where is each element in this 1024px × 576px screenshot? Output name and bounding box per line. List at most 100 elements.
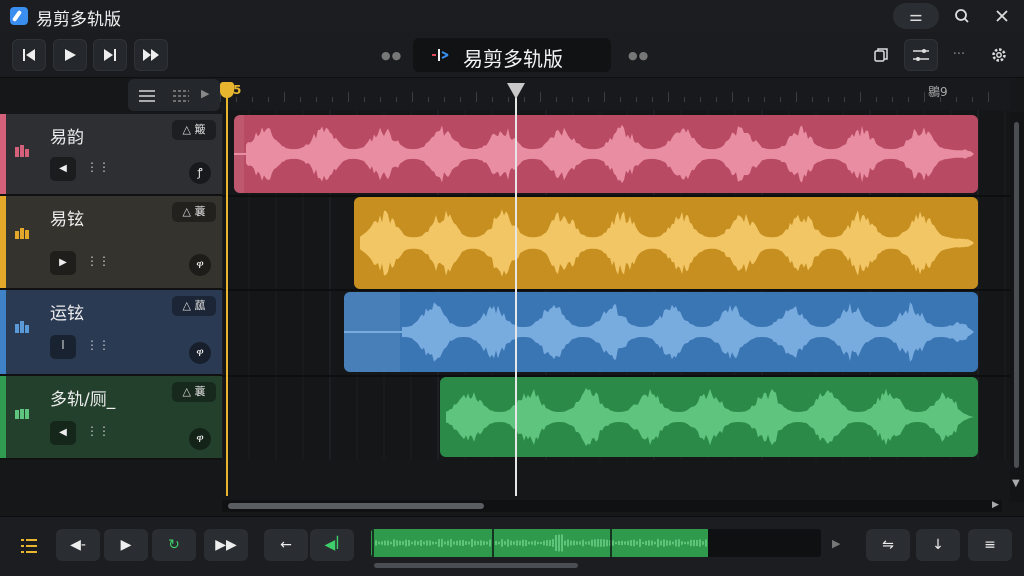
ruler-tick — [924, 92, 925, 102]
grid-view-icon[interactable] — [172, 88, 190, 107]
ruler-tick — [492, 97, 493, 102]
overview-next-icon[interactable]: ▶ — [832, 537, 840, 550]
track-header-1[interactable]: 易韵 △ 簸 ◀ ⋮⋮ ꝭ — [0, 114, 222, 196]
ruler-tick — [316, 97, 317, 102]
ruler-tick — [540, 92, 541, 102]
skip-back-button[interactable] — [12, 39, 46, 71]
ruler-tick — [700, 97, 701, 102]
skip-forward-button[interactable] — [93, 39, 127, 71]
ruler-tick — [348, 92, 349, 102]
ruler-tick — [444, 97, 445, 102]
ruler-tick — [732, 92, 733, 102]
fader-icon[interactable]: ⋮⋮ — [86, 254, 110, 270]
ruler-tick — [716, 97, 717, 102]
audio-clip-1[interactable] — [234, 115, 978, 193]
ruler-tick — [380, 97, 381, 102]
nudge-right-button[interactable]: ▶ — [104, 529, 148, 561]
loop-start-label: 5 — [233, 83, 242, 97]
bottom-drag-handle[interactable] — [374, 563, 578, 568]
wrap-button[interactable]: ⇋ — [866, 529, 910, 561]
list-view-icon[interactable] — [138, 88, 156, 107]
pan-knob[interactable]: ዋ — [189, 254, 211, 276]
loop-start-line[interactable] — [226, 86, 228, 496]
timeline-ruler[interactable]: 鶍9 — [220, 78, 1010, 110]
search-icon[interactable] — [948, 3, 976, 29]
ruler-tick — [332, 97, 333, 102]
ruler-tick — [652, 97, 653, 102]
rewind-button[interactable]: ◀ꟾ — [310, 529, 354, 561]
track-mute-button[interactable]: ◀ — [50, 421, 76, 445]
download-button[interactable]: ↓ — [916, 529, 960, 561]
track-header-2[interactable]: 易铉 △ 蘘 ▶ ⋮⋮ ዋ — [0, 196, 222, 290]
ruler-tick — [284, 92, 285, 102]
fast-forward-bottom-button[interactable]: ▶▶ — [204, 529, 248, 561]
close-icon[interactable] — [988, 3, 1016, 29]
nudge-left-button[interactable]: ◀- — [56, 529, 100, 561]
ruler-tick — [860, 92, 861, 102]
ruler-tick — [556, 97, 557, 102]
track-color-stripe — [0, 376, 6, 458]
track-header-3[interactable]: 运铉 △ 蓏 ꟾ ⋮⋮ ዋ — [0, 290, 222, 376]
ruler-tick — [268, 97, 269, 102]
ruler-tick — [940, 97, 941, 102]
audio-clip-3[interactable] — [344, 292, 978, 372]
overview-minimap[interactable] — [371, 529, 821, 557]
playhead-line[interactable] — [515, 86, 517, 496]
fader-icon[interactable]: ⋮⋮ — [86, 338, 110, 354]
playhead-marker[interactable] — [507, 83, 525, 99]
track-tag[interactable]: △ 蓏 — [172, 296, 216, 316]
ruler-tick — [460, 97, 461, 102]
copy-button[interactable] — [864, 39, 898, 71]
track-header-4[interactable]: 多轨/厕_ △ 蘘 ◀ ⋮⋮ ዋ — [0, 376, 222, 460]
skip-back-icon — [23, 49, 35, 61]
fader-icon[interactable]: ⋮⋮ — [86, 424, 110, 440]
track-mute-button[interactable]: ◀ — [50, 157, 76, 181]
loop-button[interactable]: ↻ — [152, 529, 196, 561]
vertical-scrollbar[interactable]: ▼ — [1010, 112, 1024, 502]
ruler-tick — [988, 92, 989, 102]
track-tag[interactable]: △ 蘘 — [172, 202, 216, 222]
copy-icon — [874, 48, 888, 62]
pan-knob[interactable]: ዋ — [189, 342, 211, 364]
ruler-tick — [764, 97, 765, 102]
skip-forward-icon — [104, 49, 116, 61]
track-list-button[interactable]: ≡ — [968, 529, 1012, 561]
ruler-tick — [892, 97, 893, 102]
fader-icon[interactable]: ⋮⋮ — [86, 160, 110, 176]
more-button[interactable]: ··· — [942, 39, 976, 71]
track-mute-button[interactable]: ꟾ — [50, 335, 76, 359]
ruler-tick — [876, 97, 877, 102]
minimap-waveform — [372, 529, 707, 557]
fast-forward-icon — [143, 49, 159, 61]
back-button[interactable]: ← — [264, 529, 308, 561]
scroll-right-icon[interactable]: ▶ — [992, 500, 999, 510]
fast-forward-button[interactable] — [134, 39, 168, 71]
scroll-down-icon[interactable]: ▼ — [1012, 478, 1020, 489]
pan-knob[interactable]: ዋ — [189, 428, 211, 450]
audio-clip-2[interactable] — [354, 197, 978, 289]
ruler-tick — [300, 97, 301, 102]
ruler-tick — [780, 97, 781, 102]
ruler-end-label: 鶍9 — [928, 85, 948, 99]
loop-start-marker[interactable] — [220, 82, 234, 98]
expand-arrow-icon[interactable]: ▶ — [201, 87, 209, 100]
ruler-tick — [412, 92, 413, 102]
track-play-button[interactable]: ▶ — [50, 251, 76, 275]
menu-icon[interactable]: ⚌ — [893, 3, 939, 29]
audio-clip-4[interactable] — [440, 377, 978, 457]
vertical-scroll-thumb[interactable] — [1014, 122, 1019, 468]
track-name: 多轨/厕_ — [50, 390, 116, 410]
list-icon[interactable] — [20, 537, 38, 559]
ruler-tick — [668, 92, 669, 102]
track-tag[interactable]: △ 簸 — [172, 120, 216, 140]
horizontal-scroll-thumb[interactable] — [228, 503, 484, 509]
track-tag[interactable]: △ 蘘 — [172, 382, 216, 402]
ruler-tick — [796, 92, 797, 102]
horizontal-scrollbar[interactable]: ▶ — [222, 500, 1002, 512]
play-button[interactable] — [53, 39, 87, 71]
pan-knob[interactable]: ꝭ — [189, 162, 211, 184]
settings-button[interactable] — [982, 39, 1016, 71]
ruler-tick — [972, 97, 973, 102]
mixer-button[interactable] — [904, 39, 938, 71]
gear-icon — [992, 48, 1006, 62]
